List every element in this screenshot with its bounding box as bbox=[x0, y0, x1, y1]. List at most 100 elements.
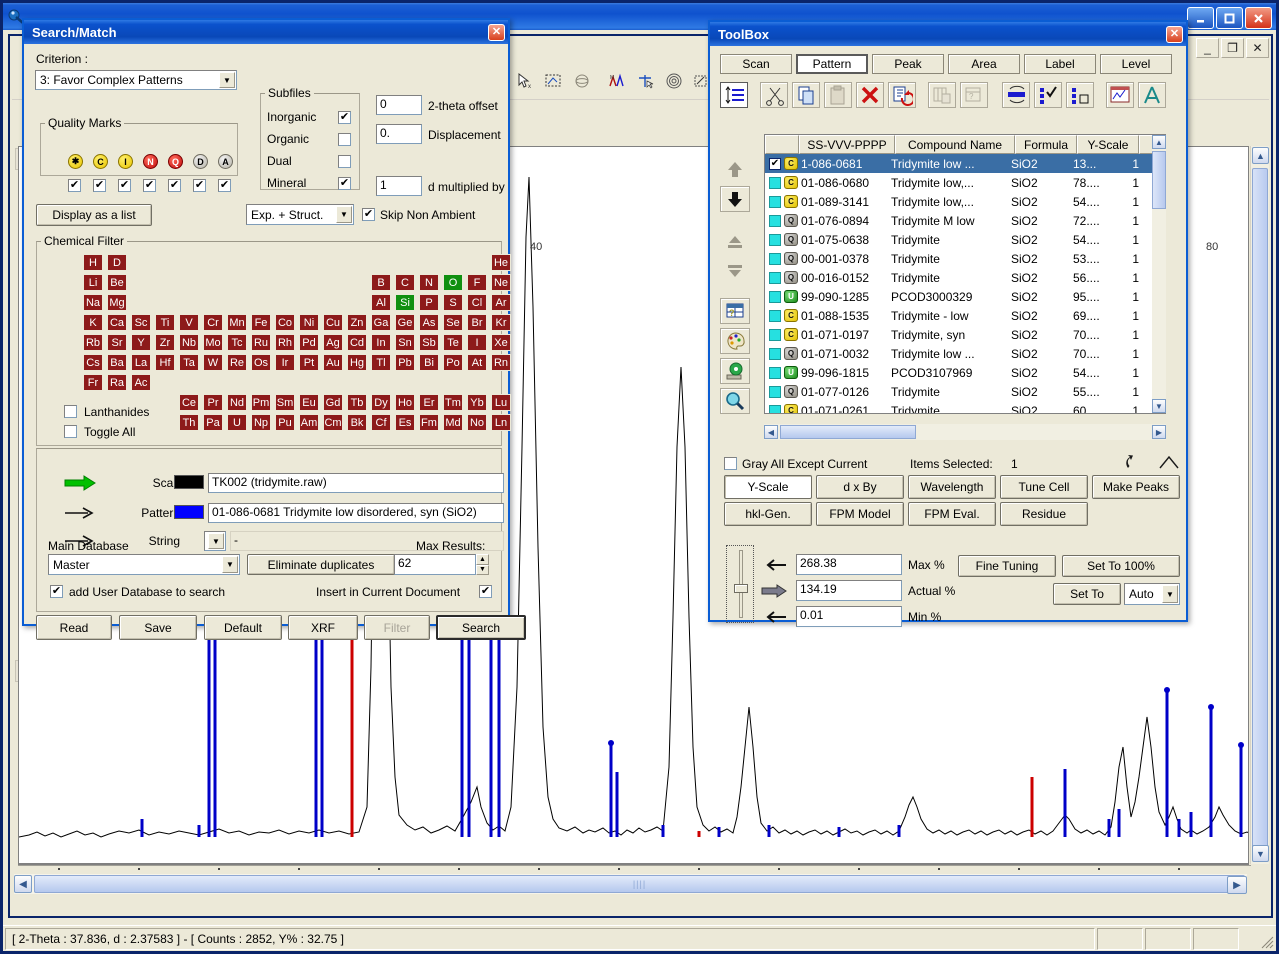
element-Ga[interactable]: Ga bbox=[371, 314, 391, 331]
triangle-peak-icon[interactable] bbox=[1158, 454, 1180, 470]
columns-icon[interactable] bbox=[928, 82, 956, 108]
auto-combo[interactable]: Auto ▼ bbox=[1124, 583, 1180, 605]
string-dropdown[interactable]: ▼ bbox=[204, 531, 226, 551]
max-results-spin-down-icon[interactable]: ▼ bbox=[476, 564, 489, 575]
source-color-swatch-pattern[interactable] bbox=[174, 505, 204, 519]
element-N[interactable]: N bbox=[419, 274, 439, 291]
palette-icon[interactable] bbox=[720, 328, 750, 354]
element-Mn[interactable]: Mn bbox=[227, 314, 247, 331]
scroll-right-button[interactable]: ▶ bbox=[1227, 876, 1247, 894]
gray-all-except-current-checkbox[interactable] bbox=[724, 457, 737, 470]
set-to-100-button[interactable]: Set To 100% bbox=[1062, 555, 1180, 577]
list-hscroll-thumb[interactable] bbox=[780, 425, 916, 439]
element-Ir[interactable]: Ir bbox=[275, 354, 295, 371]
row-checkbox-5[interactable] bbox=[769, 252, 781, 265]
table-row[interactable]: C 01-071-0197 Tridymite, syn SiO2 70.... 1 bbox=[765, 325, 1165, 344]
element-Eu[interactable]: Eu bbox=[299, 394, 319, 411]
tab-pattern[interactable]: Pattern bbox=[796, 54, 868, 74]
element-Fm[interactable]: Fm bbox=[419, 414, 439, 431]
row-checkbox-9[interactable] bbox=[769, 328, 781, 341]
element-Gd[interactable]: Gd bbox=[323, 394, 343, 411]
element-Cs[interactable]: Cs bbox=[83, 354, 103, 371]
mdi-restore-button[interactable]: ❐ bbox=[1221, 38, 1244, 58]
element-Np[interactable]: Np bbox=[251, 414, 271, 431]
element-Pt[interactable]: Pt bbox=[299, 354, 319, 371]
element-U[interactable]: U bbox=[227, 414, 247, 431]
row-checkbox-11[interactable] bbox=[769, 366, 781, 379]
element-Pr[interactable]: Pr bbox=[203, 394, 223, 411]
properties-icon[interactable]: ? bbox=[960, 82, 988, 108]
element-Ne[interactable]: Ne bbox=[491, 274, 511, 291]
quality-mark-checkbox-6[interactable] bbox=[218, 179, 231, 192]
list-column-ss-vvv-pppp[interactable]: SS-VVV-PPPP bbox=[799, 135, 895, 154]
max-results-spin-up-icon[interactable]: ▲ bbox=[476, 554, 489, 565]
table-row[interactable]: Q 01-075-0638 Tridymite SiO2 54.... 1 bbox=[765, 230, 1165, 249]
element-Tb[interactable]: Tb bbox=[347, 394, 367, 411]
set-to-button[interactable]: Set To bbox=[1053, 583, 1121, 605]
move-up-icon[interactable] bbox=[720, 156, 750, 182]
pattern-list[interactable]: SS-VVV-PPPP Compound Name Formula Y-Scale ✔… bbox=[764, 134, 1166, 414]
element-Sb[interactable]: Sb bbox=[419, 334, 439, 351]
element-Tc[interactable]: Tc bbox=[227, 334, 247, 351]
y-scale-button[interactable]: Y-Scale bbox=[724, 475, 812, 499]
scroll-left-button[interactable]: ◀ bbox=[14, 875, 32, 893]
element-Ti[interactable]: Ti bbox=[155, 314, 175, 331]
plot-vertical-scrollbar[interactable]: ▲ ▼ bbox=[1250, 146, 1269, 864]
zoom-icon[interactable] bbox=[720, 388, 750, 414]
eliminate-duplicates-button[interactable]: Eliminate duplicates bbox=[247, 554, 395, 575]
element-Ar[interactable]: Ar bbox=[491, 294, 511, 311]
app-close-button[interactable] bbox=[1245, 7, 1272, 29]
row-checkbox-3[interactable] bbox=[769, 214, 781, 227]
element-Pb[interactable]: Pb bbox=[395, 354, 415, 371]
table-row[interactable]: C 01-088-1535 Tridymite - low SiO2 69.... 1 bbox=[765, 306, 1165, 325]
table-row[interactable]: C 01-071-0261 Tridymite SiO2 60.... 1 bbox=[765, 401, 1165, 413]
element-Cl[interactable]: Cl bbox=[467, 294, 487, 311]
list-column-formula[interactable]: Formula bbox=[1015, 135, 1077, 154]
bottom-icon[interactable] bbox=[720, 258, 750, 284]
resize-grip-icon[interactable] bbox=[1258, 933, 1274, 949]
element-Ln[interactable]: Ln bbox=[491, 414, 511, 431]
scale-input-min-[interactable]: 0.01 bbox=[796, 606, 902, 627]
peak-search-icon[interactable]: M bbox=[605, 68, 631, 94]
element-Cf[interactable]: Cf bbox=[371, 414, 391, 431]
element-Sn[interactable]: Sn bbox=[395, 334, 415, 351]
quality-mark-checkbox-3[interactable] bbox=[143, 179, 156, 192]
string-chevron-down-icon[interactable]: ▼ bbox=[208, 533, 224, 549]
replace-icon[interactable] bbox=[888, 82, 916, 108]
table-row[interactable]: Q 00-001-0378 Tridymite SiO2 53.... 1 bbox=[765, 249, 1165, 268]
element-Cm[interactable]: Cm bbox=[323, 414, 343, 431]
element-Br[interactable]: Br bbox=[467, 314, 487, 331]
list-horizontal-scrollbar[interactable]: ◀ ▶ bbox=[764, 424, 1166, 440]
element-Am[interactable]: Am bbox=[299, 414, 319, 431]
element-Se[interactable]: Se bbox=[443, 314, 463, 331]
element-Pa[interactable]: Pa bbox=[203, 414, 223, 431]
add-user-db-checkbox[interactable] bbox=[50, 585, 63, 598]
plot-horizontal-scrollbar[interactable]: ◀ |||| bbox=[14, 874, 1247, 894]
cut-icon[interactable] bbox=[760, 82, 788, 108]
element-Ni[interactable]: Ni bbox=[299, 314, 319, 331]
element-Be[interactable]: Be bbox=[107, 274, 127, 291]
table-row[interactable]: C 01-086-0680 Tridymite low,... SiO2 78.... 1 bbox=[765, 173, 1165, 192]
element-Po[interactable]: Po bbox=[443, 354, 463, 371]
quality-mark-q-icon[interactable]: Q bbox=[168, 154, 183, 169]
table-row[interactable]: Q 00-016-0152 Tridymite SiO2 56.... 1 bbox=[765, 268, 1165, 287]
element-In[interactable]: In bbox=[371, 334, 391, 351]
element-Bi[interactable]: Bi bbox=[419, 354, 439, 371]
read-button[interactable]: Read bbox=[36, 615, 112, 640]
element-Mo[interactable]: Mo bbox=[203, 334, 223, 351]
element-As[interactable]: As bbox=[419, 314, 439, 331]
criterion-chevron-down-icon[interactable]: ▼ bbox=[219, 72, 235, 88]
table-row[interactable]: Q 01-071-0032 Tridymite low ... SiO2 70.... 1 bbox=[765, 344, 1165, 363]
row-checkbox-2[interactable] bbox=[769, 195, 781, 208]
quality-mark-checkbox-2[interactable] bbox=[118, 179, 131, 192]
list-hscroll-left-button[interactable]: ◀ bbox=[764, 425, 778, 439]
subfile-checkbox-organic[interactable] bbox=[338, 133, 351, 146]
element-Os[interactable]: Os bbox=[251, 354, 271, 371]
fpm-eval--button[interactable]: FPM Eval. bbox=[908, 502, 996, 526]
element-I[interactable]: I bbox=[467, 334, 487, 351]
element-Nb[interactable]: Nb bbox=[179, 334, 199, 351]
d-x-by-button[interactable]: d x By bbox=[816, 475, 904, 499]
element-P[interactable]: P bbox=[419, 294, 439, 311]
element-Zn[interactable]: Zn bbox=[347, 314, 367, 331]
element-Ta[interactable]: Ta bbox=[179, 354, 199, 371]
